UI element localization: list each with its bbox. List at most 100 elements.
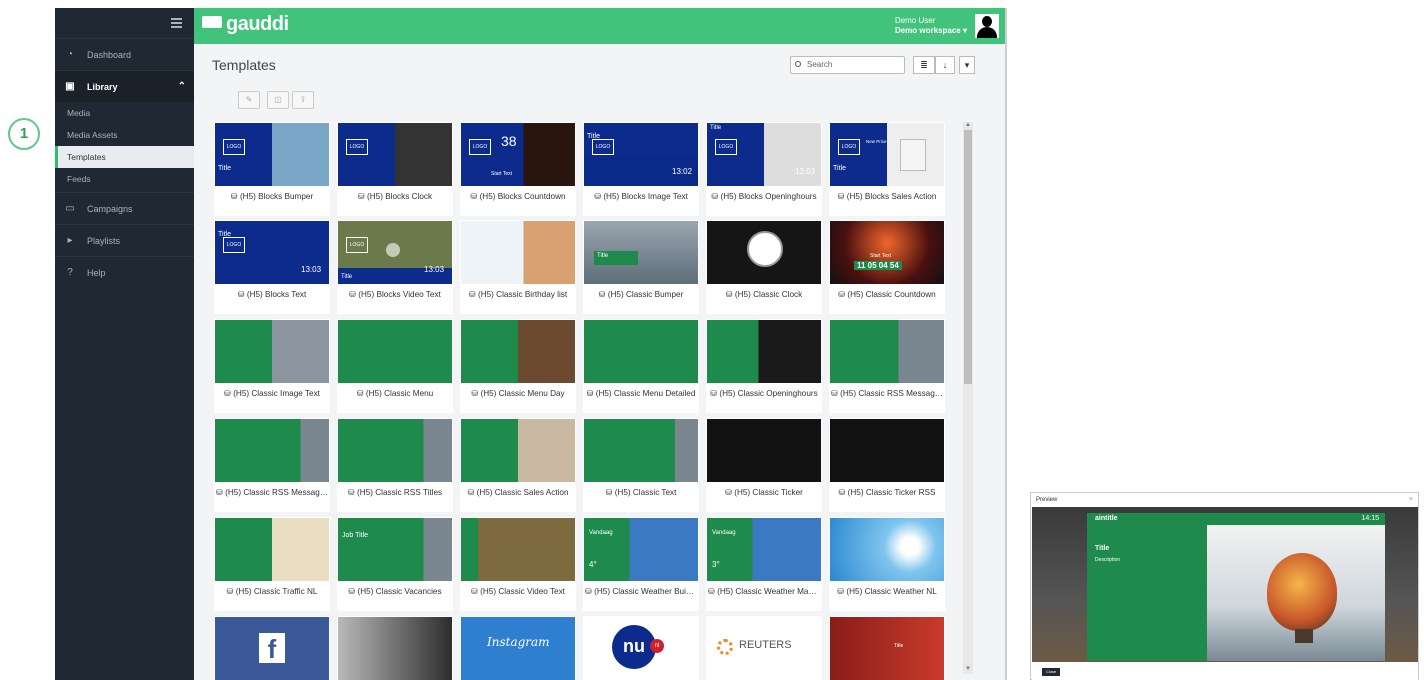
template-card[interactable]: Vandaag 3° ⛁ (H5) Classic Weather Map N... (706, 517, 822, 611)
sidebar-subitem-feeds[interactable]: Feeds (55, 168, 194, 190)
brand-logo-icon (202, 16, 222, 28)
close-icon[interactable]: × (1409, 496, 1413, 503)
scroll-up-icon: ▲ (965, 122, 971, 128)
template-card[interactable]: ⛁ (H5) Classic Menu Detailed (583, 319, 699, 413)
html5-icon: ⛁ (831, 389, 841, 398)
template-label: (H5) Classic Sales Action (476, 488, 569, 497)
template-card[interactable]: Job Title ⛁ (H5) Classic Vacancies (337, 517, 453, 611)
template-card[interactable]: f (214, 616, 330, 680)
avatar[interactable] (975, 14, 999, 38)
template-card[interactable]: ⛁ (H5) Classic Image Text (214, 319, 330, 413)
template-thumbnail (215, 419, 329, 482)
template-card[interactable]: ⛁ (H5) Classic Menu (337, 319, 453, 413)
template-card[interactable]: Instagram (460, 616, 576, 680)
template-card[interactable]: ⛁ (H5) Classic RSS Titles (337, 418, 453, 512)
thumb-temp: 3° (712, 560, 720, 569)
template-card[interactable]: LOGO Title ⛁ (H5) Blocks Bumper (214, 122, 330, 216)
preview-footer: Close (1032, 663, 1418, 680)
sort-button[interactable]: ↓ (935, 56, 955, 74)
user-menu[interactable]: Demo User Demo workspace ▾ (895, 16, 967, 36)
template-label: (H5) Classic Bumper (607, 290, 684, 299)
template-card[interactable]: ⛁ (H5) Classic Text (583, 418, 699, 512)
template-card[interactable]: ⛁ (H5) Classic Ticker RSS (829, 418, 945, 512)
template-card[interactable]: ⛁ (H5) Classic Ticker (706, 418, 822, 512)
preview-app-name: aintitle (1095, 515, 1118, 522)
template-card[interactable]: ⛁ (H5) Classic RSS Messages... (214, 418, 330, 512)
edit-button[interactable]: ✎ (238, 91, 260, 109)
sidebar-subitem-templates[interactable]: Templates (55, 146, 194, 168)
template-card[interactable]: LOGO Title 13:03 ⛁ (H5) Blocks Openinghours (706, 122, 822, 216)
template-card[interactable]: LOGO Title 13:03 ⛁ (H5) Blocks Text (214, 220, 330, 314)
html5-icon: ⛁ (237, 290, 247, 299)
template-card[interactable]: LOGO 38 Start Text ⛁ (H5) Blocks Countdown (460, 122, 576, 216)
template-card[interactable]: LOGO New Price Title ⛁ (H5) Blocks Sales Ac… (829, 122, 945, 216)
thumb-start-text: Start Text (870, 253, 892, 259)
template-card[interactable]: ⛁ (H5) Classic Weather NL (829, 517, 945, 611)
brand-name[interactable]: gauddi (226, 13, 289, 36)
template-label: (H5) Classic Menu Detailed (595, 389, 696, 398)
template-card[interactable]: ⛁ (H5) Classic Menu Day (460, 319, 576, 413)
template-thumbnail: nu nl (584, 617, 698, 680)
sidebar-item-library[interactable]: ▣ Library ⌃ (55, 70, 194, 102)
preview-body: aintitle 14:15 Title Description (1032, 507, 1418, 662)
template-thumbnail (215, 518, 329, 581)
preview-button[interactable]: ◫ (267, 91, 289, 109)
template-card[interactable]: ⛁ (H5) Classic Birthday list (460, 220, 576, 314)
template-card[interactable]: Start Text 11 05 04 54 ⛁ (H5) Classic Coun… (829, 220, 945, 314)
template-card[interactable]: ⛁ (H5) Classic Video Text (460, 517, 576, 611)
reuters-logo-icon (717, 639, 733, 655)
template-label: (H5) Classic Birthday list (477, 290, 568, 299)
html5-icon: ⛁ (837, 192, 847, 201)
template-thumbnail: LOGO New Price Title (830, 123, 944, 186)
template-label: (H5) Classic Menu (365, 389, 434, 398)
template-thumbnail: f (215, 617, 329, 680)
template-card[interactable]: ⛁ (H5) Classic Sales Action (460, 418, 576, 512)
scrollbar-thumb[interactable] (964, 130, 972, 384)
template-card[interactable] (337, 616, 453, 680)
preview-close-button[interactable]: Close (1042, 668, 1060, 676)
list-view-button[interactable]: ≣ (913, 56, 935, 74)
template-label: (H5) Classic Ticker (734, 488, 803, 497)
template-card[interactable]: Vandaag 4° ⛁ (H5) Classic Weather Buienr..… (583, 517, 699, 611)
template-card[interactable]: ⛁ (H5) Classic RSS Messages... (829, 319, 945, 413)
thumb-title: Title (833, 165, 846, 172)
hamburger-menu-icon[interactable] (171, 18, 182, 30)
logo-mark: LOGO (346, 237, 368, 253)
template-card[interactable]: ⛁ (H5) Classic Traffic NL (214, 517, 330, 611)
thumb-countdown: 38 (501, 133, 517, 149)
page-title: Templates (212, 57, 276, 73)
template-card[interactable]: ⛁ (H5) Classic Clock (706, 220, 822, 314)
thumb-title: Title (218, 165, 231, 172)
template-label: (H5) Blocks Bumper (239, 192, 314, 201)
sidebar-item-dashboard[interactable]: ◔ Dashboard (55, 38, 194, 70)
html5-icon: ⛁ (347, 488, 358, 497)
template-card[interactable]: LOGO Title 13:03 ⛁ (H5) Blocks Video Text (337, 220, 453, 314)
template-thumbnail: Start Text 11 05 04 54 (830, 221, 944, 284)
template-name: ⛁ (H5) Classic Menu Detailed (583, 388, 699, 398)
sidebar-subitem-media[interactable]: Media (55, 102, 194, 124)
template-name: ⛁ (H5) Classic Traffic NL (214, 586, 330, 596)
html5-icon: ⛁ (226, 587, 236, 596)
template-card[interactable]: LOGO ⛁ (H5) Blocks Clock (337, 122, 453, 216)
upload-button[interactable]: ⇪ (292, 91, 314, 109)
sidebar-item-playlists[interactable]: ▸ Playlists (55, 224, 194, 256)
template-name: ⛁ (H5) Classic RSS Messages... (829, 388, 945, 398)
template-card[interactable]: ⛁ (H5) Classic Openinghours (706, 319, 822, 413)
sidebar-item-help[interactable]: ? Help (55, 256, 194, 288)
template-name: ⛁ (H5) Classic Weather NL (829, 586, 945, 596)
search-input[interactable]: Search (790, 56, 905, 74)
sidebar-subitem-media-assets[interactable]: Media Assets (55, 124, 194, 146)
template-card[interactable]: LOGO Title 13:02 ⛁ (H5) Blocks Image Text (583, 122, 699, 216)
sidebar-item-campaigns[interactable]: ▭ Campaigns (55, 192, 194, 224)
template-thumbnail: Vandaag 4° (584, 518, 698, 581)
template-card[interactable]: nu nl (583, 616, 699, 680)
scrollbar[interactable]: ▲ ▼ (963, 122, 973, 674)
template-name: ⛁ (H5) Blocks Countdown (460, 191, 576, 201)
template-card[interactable]: Title (829, 616, 945, 680)
more-options-button[interactable]: ▾ (959, 56, 975, 74)
html5-icon: ⛁ (725, 290, 735, 299)
template-name: ⛁ (H5) Classic Menu Day (460, 388, 576, 398)
template-name: ⛁ (H5) Classic Video Text (460, 586, 576, 596)
template-card[interactable]: REUTERS (706, 616, 822, 680)
template-card[interactable]: Title ⛁ (H5) Classic Bumper (583, 220, 699, 314)
